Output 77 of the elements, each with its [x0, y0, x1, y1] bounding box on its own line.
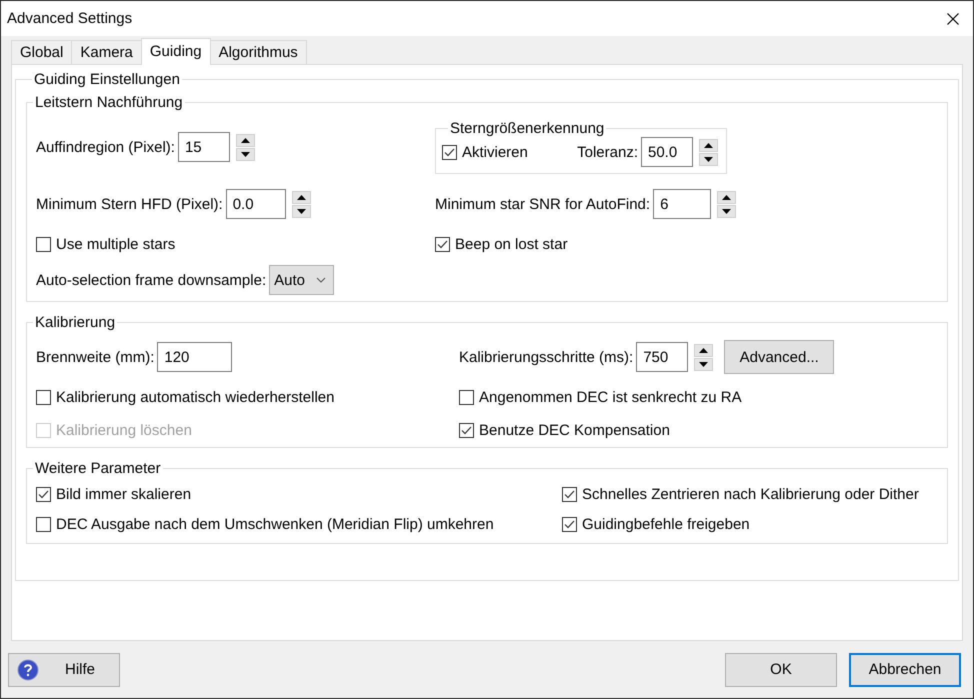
spin-up-button[interactable]	[292, 190, 311, 204]
field-label: Toleranz:	[577, 144, 638, 160]
checkbox-label: DEC Ausgabe nach dem Umschwenken (Meridian Flip) umkehren	[56, 516, 494, 532]
up-triangle-icon	[704, 142, 713, 148]
number-field[interactable]: 750	[636, 342, 688, 372]
spin-up-button[interactable]	[236, 134, 255, 146]
tab[interactable]: Global	[11, 40, 72, 64]
checkbox-label: Guidingbefehle freigeben	[582, 516, 750, 532]
spin-down-button[interactable]	[292, 204, 311, 218]
checkbox-label: Aktivieren	[462, 144, 528, 160]
cancel-button[interactable]: Abbrechen	[849, 652, 961, 686]
close-icon[interactable]	[947, 12, 959, 24]
number-field[interactable]: 6	[653, 189, 712, 219]
number-field[interactable]: 0.0	[226, 189, 286, 219]
spin-down-button[interactable]	[699, 152, 718, 166]
number-field[interactable]: 15	[178, 132, 230, 162]
help-button[interactable]: Hilfe	[8, 652, 120, 686]
checkbox-label: Bild immer skalieren	[56, 486, 192, 502]
down-triangle-icon	[722, 208, 732, 214]
checkmark-icon	[38, 490, 49, 498]
advanced-button[interactable]: Advanced...	[724, 340, 834, 374]
checkbox-label: Kalibrierung löschen	[56, 422, 192, 438]
tab[interactable]: Guiding	[140, 38, 211, 65]
spin-down-button[interactable]	[694, 358, 714, 370]
spin-up-button[interactable]	[717, 190, 736, 204]
text-field[interactable]: 120	[157, 342, 232, 372]
chevron-down-icon	[316, 277, 326, 283]
down-triangle-icon	[699, 362, 708, 366]
field-label: Brennweite (mm):	[36, 348, 154, 366]
field-label: Auffindregion (Pixel):	[36, 138, 175, 156]
checkbox-label: Angenommen DEC ist senkrecht zu RA	[479, 388, 742, 406]
spin-up-button[interactable]	[694, 344, 714, 356]
group-title: Leitstern Nachführung	[34, 94, 184, 111]
checkbox[interactable]	[459, 390, 474, 404]
tab[interactable]: Algorithmus	[210, 40, 307, 64]
checkmark-icon	[461, 426, 472, 434]
checkbox[interactable]	[442, 144, 457, 160]
down-triangle-icon	[296, 208, 306, 214]
checkbox[interactable]	[562, 516, 577, 532]
checkbox-label: Schnelles Zentrieren nach Kalibrierung oder Dither	[582, 486, 919, 502]
help-icon	[17, 658, 39, 680]
window-title: Advanced Settings	[7, 10, 132, 27]
checkbox-label: Kalibrierung automatisch wiederherstellen	[56, 388, 334, 406]
checkbox-label: Beep on lost star	[455, 236, 568, 252]
group-title: Sterngrößenerkennung	[449, 120, 606, 137]
checkbox[interactable]	[435, 236, 450, 252]
checkbox[interactable]	[36, 236, 51, 252]
up-triangle-icon	[296, 194, 306, 200]
checkmark-icon	[564, 520, 575, 528]
checkbox[interactable]	[562, 486, 577, 502]
up-triangle-icon	[699, 348, 708, 352]
group-title: Kalibrierung	[34, 314, 116, 331]
checkbox[interactable]	[36, 516, 51, 532]
dropdown[interactable]: Auto	[269, 265, 334, 295]
spin-down-button[interactable]	[717, 204, 736, 218]
checkmark-icon	[437, 240, 448, 248]
field-label: Minimum Stern HFD (Pixel):	[36, 196, 223, 212]
checkbox[interactable]	[459, 422, 474, 438]
checkbox-label: Benutze DEC Kompensation	[479, 422, 670, 438]
field-label: Minimum star SNR for AutoFind:	[435, 196, 650, 212]
ok-button[interactable]: OK	[725, 652, 837, 686]
up-triangle-icon	[240, 138, 250, 142]
number-field[interactable]: 50.0	[641, 137, 693, 167]
checkbox[interactable]	[36, 390, 51, 404]
up-triangle-icon	[722, 194, 732, 200]
spin-down-button[interactable]	[236, 148, 255, 160]
spin-up-button[interactable]	[699, 138, 718, 152]
down-triangle-icon	[704, 156, 713, 162]
group-title: Guiding Einstellungen	[33, 71, 181, 88]
down-triangle-icon	[240, 152, 250, 156]
checkmark-icon	[444, 148, 455, 156]
checkmark-icon	[564, 490, 575, 498]
field-label: Kalibrierungsschritte (ms):	[459, 348, 634, 366]
group-title: Weitere Parameter	[34, 460, 162, 477]
field-label: Auto-selection frame downsample:	[36, 272, 266, 288]
checkbox-label: Use multiple stars	[56, 236, 176, 252]
checkbox[interactable]	[36, 486, 51, 502]
